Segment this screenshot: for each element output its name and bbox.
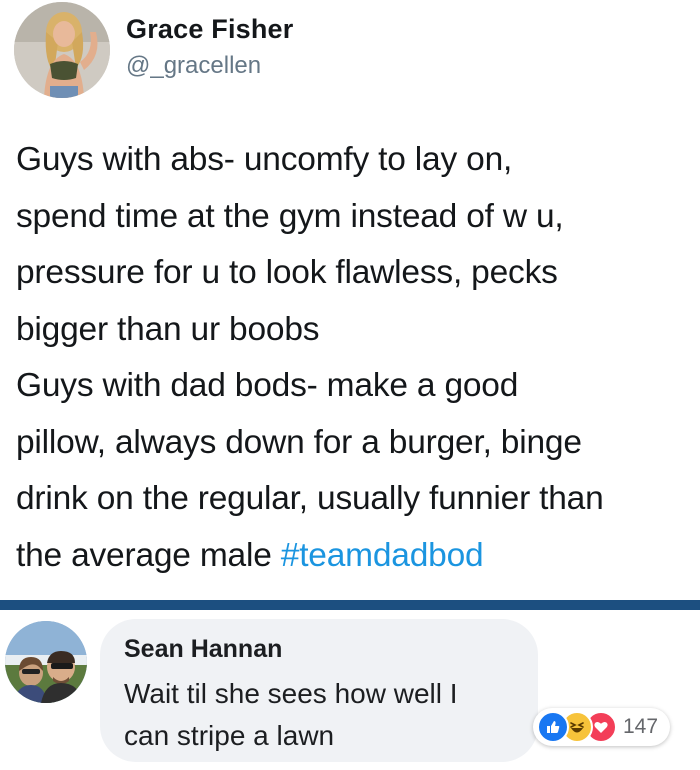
tweet-author-name[interactable]: Grace Fisher: [126, 14, 294, 45]
reaction-count: 147: [623, 715, 659, 738]
commenter-avatar-photo: [5, 621, 87, 703]
tweet-author-handle[interactable]: @_gracellen: [126, 52, 261, 80]
avatar-photo: [14, 2, 110, 98]
comment-text-line: can stripe a lawn: [124, 720, 335, 751]
tweet-text-line: Guys with abs- uncomfy to lay on,: [16, 141, 513, 178]
tweet-text-fragment: the average male: [16, 536, 281, 574]
section-divider: [0, 600, 700, 610]
tweet-text-line: bigger than ur boobs: [16, 310, 320, 348]
comment-author-name[interactable]: Sean Hannan: [124, 635, 282, 664]
comment-text: Wait til she sees how well I can stripe …: [124, 673, 458, 757]
tweet-author-avatar[interactable]: [14, 2, 110, 98]
tweet-text-line: drink on the regular, usually funnier th…: [16, 480, 604, 517]
comment-text-line: Wait til she sees how well I: [124, 678, 458, 709]
reactions-summary[interactable]: 147: [533, 708, 671, 746]
tweet-text-line: pressure for u to look flawless, pecks: [16, 254, 558, 291]
tweet-text: Guys with abs- uncomfy to lay on, spend …: [16, 132, 688, 584]
tweet-text-line: Guys with dad bods- make a good: [16, 367, 519, 404]
tweet-text-line: pillow, always down for a burger, binge: [16, 423, 582, 461]
tweet-text-last-line: the average male #teamdadbod: [16, 528, 688, 585]
commenter-avatar[interactable]: [5, 621, 87, 703]
hashtag-link[interactable]: #teamdadbod: [281, 537, 484, 574]
comment-bubble: Sean Hannan Wait til she sees how well I…: [100, 619, 538, 762]
tweet-text-line: spend time at the gym instead of w u,: [16, 197, 564, 235]
like-icon: [537, 711, 569, 743]
tweet-card: Grace Fisher @_gracellen Guys with abs- …: [0, 0, 700, 600]
